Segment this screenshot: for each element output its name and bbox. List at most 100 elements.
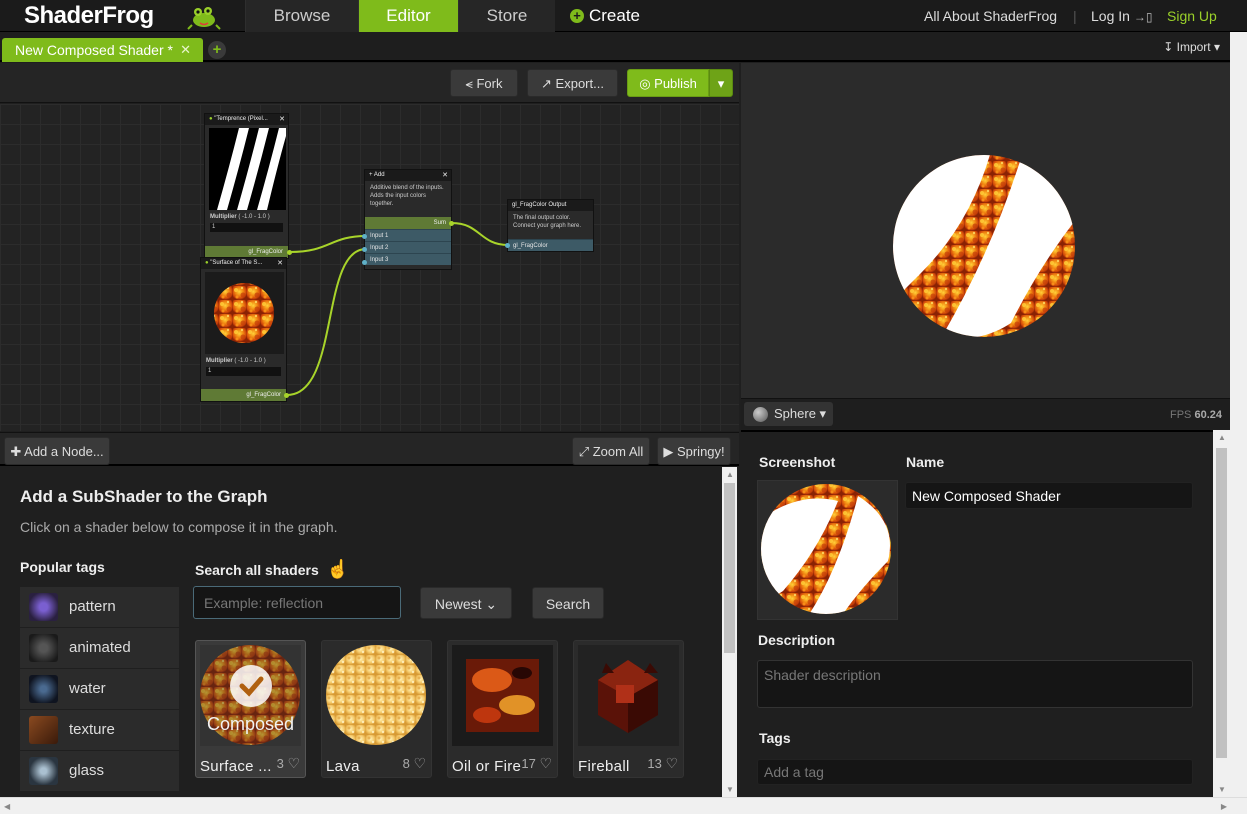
nav-create-button[interactable]: + Create (555, 0, 655, 32)
graph-toolbar: ⪪ Fork ↗ Export... ◎ Publish ▾ (0, 63, 739, 103)
like-count[interactable]: 17 ♡ (521, 755, 552, 772)
tag-texture[interactable]: texture (20, 710, 179, 750)
shader-card-lava[interactable]: Lava 8 ♡ (321, 640, 432, 778)
like-count[interactable]: 3 ♡ (277, 755, 300, 772)
shader-name-input[interactable] (905, 482, 1193, 509)
scroll-left-icon[interactable]: ◀ (4, 802, 10, 811)
node-header: ● "Temprence (Pixel... ✕ (205, 114, 288, 125)
shader-graph-canvas[interactable]: ● "Temprence (Pixel... ✕ Multiplier ( -1… (0, 104, 739, 431)
node-preview-thumbnail (209, 128, 286, 210)
shader-search-input[interactable] (193, 586, 401, 619)
scroll-right-icon[interactable]: ▶ (1221, 802, 1227, 811)
node-fragcolor-output[interactable]: gl_FragColor Output The final output col… (507, 199, 594, 252)
like-count-value: 13 (647, 756, 662, 771)
heart-icon: ♡ (539, 755, 552, 771)
signup-link[interactable]: Sign Up (1167, 0, 1217, 32)
tag-label: pattern (69, 598, 116, 615)
node-uniform: Multiplier ( -1.0 - 1.0 ) 1 (201, 354, 286, 379)
uniform-label: Multiplier (206, 358, 233, 364)
node-header: + Add ✕ (365, 170, 451, 181)
scrollbar-thumb[interactable] (724, 483, 735, 653)
tab-new-composed-shader[interactable]: New Composed Shader * ✕ (2, 38, 203, 62)
fps-value: 60.24 (1194, 409, 1222, 421)
fork-button[interactable]: ⪪ Fork (450, 69, 518, 97)
node-status-icon: ● (205, 260, 209, 266)
input-port-1[interactable]: Input 1 (365, 229, 451, 241)
input-port-3[interactable]: Input 3 (365, 253, 451, 265)
preview-sphere (893, 155, 1075, 337)
shader-card-surface[interactable]: Composed Surface ... 3 ♡ (195, 640, 306, 778)
nav-tab-browse[interactable]: Browse (245, 0, 358, 32)
window-scrollbar[interactable] (1230, 32, 1247, 797)
plus-icon: + (369, 172, 373, 178)
close-icon[interactable]: ✕ (180, 38, 191, 62)
scroll-down-icon[interactable]: ▼ (726, 785, 734, 794)
output-port-sum[interactable]: Sum (365, 217, 451, 229)
scroll-up-icon[interactable]: ▲ (726, 470, 734, 479)
about-link[interactable]: All About ShaderFrog (924, 0, 1057, 32)
port-dot (362, 234, 367, 239)
horizontal-scrollbar[interactable]: ◀ ▶ (0, 797, 1247, 814)
name-label: Name (906, 454, 945, 470)
tag-water[interactable]: water (20, 669, 179, 709)
node-status-icon: ● (209, 116, 213, 122)
close-icon[interactable]: ✕ (442, 170, 448, 181)
document-tab-bar: New Composed Shader * ✕ + ↧ Import ▾ (0, 32, 1247, 62)
port-dot (287, 250, 292, 255)
uniform-input[interactable]: 1 (206, 367, 281, 376)
like-count[interactable]: 8 ♡ (403, 755, 426, 772)
export-icon: ↗ (541, 76, 552, 91)
add-tab-button[interactable]: + (208, 41, 226, 59)
tag-glass[interactable]: glass (20, 751, 179, 791)
input-port-fragcolor[interactable]: gl_FragColor (508, 239, 593, 251)
add-node-button[interactable]: ✚ Add a Node... (4, 437, 110, 465)
node-surface-of-the-sun[interactable]: ● "Surface of The S... ✕ Multiplier ( -1… (200, 257, 287, 402)
uniform-range: ( -1.0 - 1.0 ) (234, 358, 266, 364)
logo[interactable]: ShaderFrog (24, 2, 154, 30)
tag-animated[interactable]: animated (20, 628, 179, 668)
plus-circle-icon: + (569, 9, 584, 23)
close-icon[interactable]: ✕ (277, 258, 283, 269)
zoom-all-button[interactable]: ⤢ Zoom All (572, 437, 650, 465)
top-navigation: ShaderFrog Browse Editor Store + Create A… (0, 0, 1247, 32)
sort-dropdown[interactable]: Newest ⌄ (420, 587, 512, 619)
tag-thumbnail (29, 675, 58, 703)
scrollbar-thumb[interactable] (1216, 448, 1227, 758)
tag-input[interactable] (757, 759, 1193, 785)
nav-tab-editor[interactable]: Editor (358, 0, 458, 32)
share-icon: ⪪ (465, 76, 473, 91)
tag-pattern[interactable]: pattern (20, 587, 179, 627)
globe-icon: ◎ (639, 76, 651, 91)
geometry-dropdown[interactable]: Sphere ▾ (744, 402, 833, 426)
node-temperance[interactable]: ● "Temprence (Pixel... ✕ Multiplier ( -1… (204, 113, 289, 259)
nav-tab-store[interactable]: Store (458, 0, 555, 32)
description-textarea[interactable] (757, 660, 1193, 708)
import-dropdown[interactable]: ↧ Import ▾ (1163, 40, 1220, 54)
springy-button[interactable]: ▶ Springy! (657, 437, 731, 465)
shader-card-oil-or-fire[interactable]: Oil or Fire 17 ♡ (447, 640, 558, 778)
uniform-input[interactable]: 1 (210, 223, 283, 232)
fork-label: Fork (476, 76, 503, 91)
subshader-scrollbar[interactable]: ▲ ▼ (722, 467, 737, 797)
login-link[interactable]: Log In →▯ (1091, 0, 1152, 32)
publish-button[interactable]: ◎ Publish (627, 69, 709, 97)
output-port[interactable]: gl_FragColor (201, 389, 286, 401)
scroll-down-icon[interactable]: ▼ (1218, 785, 1226, 794)
play-icon: ▶ (663, 444, 674, 459)
shader-preview-viewport[interactable] (741, 63, 1230, 398)
close-icon[interactable]: ✕ (279, 114, 285, 125)
input-port-2[interactable]: Input 2 (365, 241, 451, 253)
export-button[interactable]: ↗ Export... (527, 69, 618, 97)
details-scrollbar[interactable]: ▲ ▼ (1213, 430, 1230, 797)
like-count[interactable]: 13 ♡ (647, 755, 678, 772)
publish-dropdown-button[interactable]: ▾ (709, 69, 733, 97)
node-add[interactable]: + Add ✕ Additive blend of the inputs. Ad… (364, 169, 452, 270)
scroll-up-icon[interactable]: ▲ (1218, 433, 1226, 442)
screenshot-thumbnail[interactable] (757, 480, 898, 620)
tag-thumbnail (29, 593, 58, 621)
shader-card-fireball[interactable]: Fireball 13 ♡ (573, 640, 684, 778)
node-uniform: Multiplier ( -1.0 - 1.0 ) 1 (205, 210, 288, 235)
import-label: Import (1176, 40, 1211, 54)
screenshot-image (761, 484, 891, 614)
search-button[interactable]: Search (532, 587, 604, 619)
